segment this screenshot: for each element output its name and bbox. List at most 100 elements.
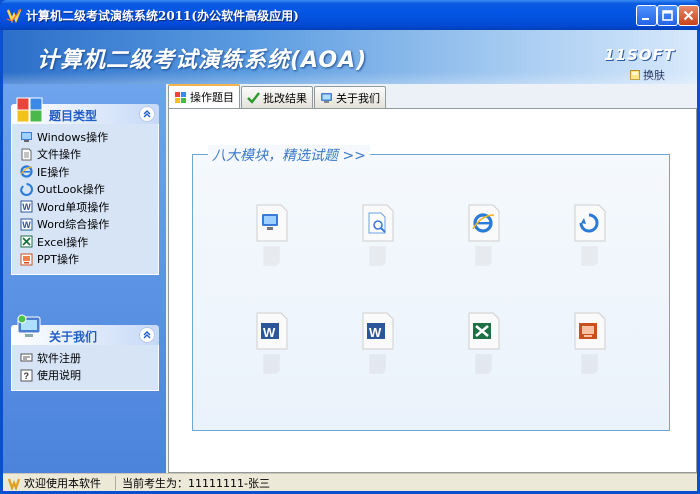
sidebar: 题目类型 Windows操作 文件操作 IE操作 OutLook操作 W Wor…: [3, 84, 166, 473]
module-word-comprehensive[interactable]: W: [351, 307, 407, 379]
sidebar-item-label: Windows操作: [37, 130, 109, 144]
about-panel: 关于我们 软件注册 ? 使用说明: [11, 314, 159, 391]
status-candidate: 当前考生为：11111111-张三: [122, 476, 270, 490]
minimize-icon: [642, 18, 649, 20]
excel-module-icon: [468, 312, 500, 350]
status-bar: 欢迎使用本软件 当前考生为：11111111-张三: [3, 473, 697, 491]
question-type-panel-header[interactable]: 题目类型: [11, 97, 159, 124]
tab-bar: 操作题目 批改结果 关于我们: [168, 84, 387, 108]
sidebar-item-label: IE操作: [37, 165, 70, 179]
module-windows[interactable]: [245, 199, 301, 271]
tab-grading-results[interactable]: 批改结果: [241, 86, 313, 108]
ie-icon: [20, 165, 33, 178]
ie-module-reflection: [475, 246, 492, 266]
question-type-icon: [16, 97, 43, 122]
computer-icon: [321, 93, 332, 103]
close-button[interactable]: [678, 5, 699, 26]
module-ie[interactable]: [457, 199, 513, 271]
sidebar-item-label: 软件注册: [37, 351, 81, 365]
minimize-button[interactable]: [636, 5, 657, 26]
sidebar-item-word-single[interactable]: W Word单项操作: [12, 198, 158, 216]
sidebar-item-help[interactable]: ? 使用说明: [12, 367, 158, 385]
windows-icon: [21, 132, 32, 143]
svg-text:W: W: [22, 202, 31, 212]
module-group: 八大模块，精选试题 >> W W: [192, 145, 670, 431]
help-icon: ?: [20, 369, 33, 382]
ie-module-icon: [468, 204, 500, 242]
banner: 计算机二级考试演练系统(AOA) 11SOFT 换肤: [3, 30, 697, 84]
word-comprehensive-module-icon: W: [362, 312, 394, 350]
windows-module-reflection: [263, 246, 280, 266]
sidebar-item-word-comprehensive[interactable]: W Word综合操作: [12, 216, 158, 234]
word-single-module-icon: W: [256, 312, 288, 350]
sidebar-item-label: PPT操作: [37, 253, 79, 267]
sidebar-item-excel[interactable]: Excel操作: [12, 233, 158, 251]
question-type-panel: 题目类型 Windows操作 文件操作 IE操作 OutLook操作 W Wor…: [11, 97, 159, 275]
title-bar[interactable]: 计算机二级考试演练系统2011(办公软件高级应用): [0, 0, 700, 30]
tab-label: 批改结果: [263, 91, 307, 105]
tab-label: 操作题目: [190, 91, 234, 104]
module-word-single[interactable]: W: [245, 307, 301, 379]
ppt-module-reflection: [581, 354, 598, 374]
change-skin-button[interactable]: 换肤: [630, 67, 665, 83]
about-title: 关于我们: [49, 330, 98, 344]
client-area: 计算机二级考试演练系统(AOA) 11SOFT 换肤 题目类型 Windows操…: [3, 30, 697, 491]
close-icon: [683, 10, 694, 21]
questions-tab-icon: [175, 91, 186, 103]
status-app-icon: [7, 478, 21, 490]
svg-text:?: ?: [24, 371, 30, 381]
sidebar-item-ie[interactable]: IE操作: [12, 163, 158, 181]
about-computer-icon: [17, 314, 41, 337]
collapse-chevron-icon[interactable]: [139, 106, 155, 122]
collapse-chevron-icon[interactable]: [139, 327, 155, 343]
word-comprehensive-module-reflection: [369, 354, 386, 374]
sidebar-item-register[interactable]: 软件注册: [12, 349, 158, 367]
ppt-module-icon: [574, 312, 606, 350]
sidebar-item-outlook[interactable]: OutLook操作: [12, 181, 158, 199]
word-icon: W: [20, 200, 33, 213]
maximize-button[interactable]: [657, 5, 678, 26]
outlook-module-reflection: [581, 246, 598, 266]
tab-about-us[interactable]: 关于我们: [314, 86, 386, 108]
svg-text:W: W: [263, 325, 276, 340]
svg-text:W: W: [22, 220, 31, 230]
window-title: 计算机二级考试演练系统2011(办公软件高级应用): [26, 9, 299, 23]
word-single-module-reflection: [263, 354, 280, 374]
brand-logo: 11SOFT: [604, 46, 675, 64]
status-welcome: 欢迎使用本软件: [24, 476, 101, 490]
tab-questions[interactable]: 操作题目: [168, 84, 240, 108]
module-excel[interactable]: [457, 307, 513, 379]
module-ppt[interactable]: [563, 307, 619, 379]
excel-icon: [20, 235, 33, 248]
about-list: 软件注册 ? 使用说明: [11, 345, 159, 391]
file-module-icon: [362, 204, 394, 242]
sidebar-item-label: 使用说明: [37, 369, 81, 383]
file-module-reflection: [369, 246, 386, 266]
sidebar-item-label: Excel操作: [37, 235, 89, 249]
outlook-module-icon: [574, 204, 606, 242]
sidebar-item-label: 文件操作: [37, 148, 81, 162]
windows-module-icon: [256, 204, 288, 242]
about-panel-header[interactable]: 关于我们: [11, 314, 159, 345]
sidebar-item-file[interactable]: 文件操作: [12, 146, 158, 164]
module-group-legend: 八大模块，精选试题 >>: [208, 145, 370, 165]
sidebar-item-ppt[interactable]: PPT操作: [12, 251, 158, 269]
file-icon: [21, 148, 32, 161]
change-skin-label: 换肤: [643, 69, 665, 82]
app-window: 计算机二级考试演练系统2011(办公软件高级应用) 计算机二级考试演练系统(AO…: [0, 0, 700, 494]
skin-icon: [630, 70, 640, 80]
status-separator: [115, 475, 116, 490]
banner-title: 计算机二级考试演练系统(AOA): [37, 48, 368, 73]
sidebar-item-label: Word综合操作: [37, 218, 110, 232]
checkmark-icon: [247, 92, 260, 104]
excel-module-reflection: [475, 354, 492, 374]
sidebar-item-windows[interactable]: Windows操作: [12, 128, 158, 146]
outlook-icon: [20, 182, 33, 196]
tab-content: 八大模块，精选试题 >> W W: [168, 108, 697, 473]
word-icon: W: [20, 218, 33, 231]
module-file[interactable]: [351, 199, 407, 271]
tab-label: 关于我们: [336, 91, 380, 105]
sidebar-item-label: Word单项操作: [37, 200, 110, 214]
maximize-icon: [662, 10, 673, 21]
module-outlook[interactable]: [563, 199, 619, 271]
